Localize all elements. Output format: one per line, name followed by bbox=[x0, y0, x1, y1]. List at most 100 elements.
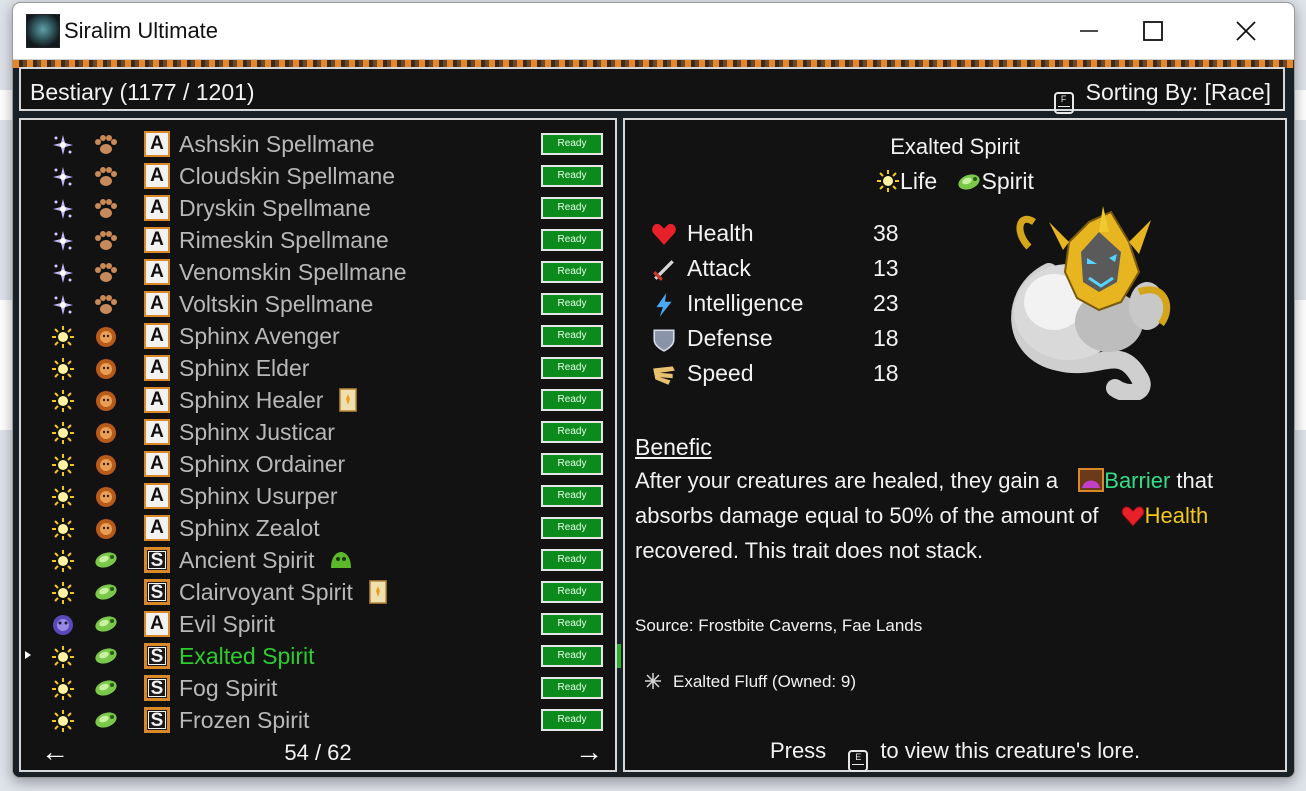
card-icon bbox=[367, 580, 389, 604]
spirit-race-icon bbox=[93, 581, 119, 605]
creature-row[interactable]: A Sphinx Justicar Ready bbox=[21, 416, 615, 448]
creature-row[interactable]: S Ancient Spirit Ready bbox=[21, 544, 615, 576]
creature-name: Sphinx Zealot bbox=[179, 515, 320, 541]
class-badge: S bbox=[144, 547, 170, 573]
creature-row[interactable]: A Ashskin Spellmane Ready bbox=[21, 128, 615, 160]
life-element-icon bbox=[51, 325, 75, 349]
app-icon bbox=[26, 14, 60, 48]
spellmane-race-icon bbox=[93, 229, 119, 253]
creature-row[interactable]: A Sphinx Healer Ready bbox=[21, 384, 615, 416]
creature-name: Venomskin Spellmane bbox=[179, 259, 407, 285]
ready-button[interactable]: Ready bbox=[541, 517, 603, 539]
creature-row[interactable]: A Venomskin Spellmane Ready bbox=[21, 256, 615, 288]
maximize-button[interactable] bbox=[1128, 9, 1178, 53]
creature-row[interactable]: A Sphinx Zealot Ready bbox=[21, 512, 615, 544]
ready-button[interactable]: Ready bbox=[541, 485, 603, 507]
lightning-icon bbox=[651, 292, 677, 318]
life-element-icon bbox=[51, 453, 75, 477]
sphinx-race-icon bbox=[93, 357, 119, 381]
creature-row[interactable]: S Frozen Spirit Ready bbox=[21, 704, 615, 736]
trait-line-3: recovered. This trait does not stack. bbox=[635, 538, 984, 563]
ready-button[interactable]: Ready bbox=[541, 453, 603, 475]
ready-button[interactable]: Ready bbox=[541, 325, 603, 347]
ready-button[interactable]: Ready bbox=[541, 709, 603, 731]
ready-button[interactable]: Ready bbox=[541, 293, 603, 315]
class-badge: A bbox=[144, 611, 170, 637]
creature-types: Life Spirit bbox=[625, 168, 1285, 195]
ready-button[interactable]: Ready bbox=[541, 357, 603, 379]
next-page-arrow[interactable]: → bbox=[575, 738, 603, 766]
spellmane-race-icon bbox=[93, 261, 119, 285]
sort-toggle[interactable]: F Sorting By: [Race] bbox=[1053, 79, 1271, 114]
sorcery-element-icon bbox=[51, 133, 75, 157]
class-badge: S bbox=[144, 579, 170, 605]
lore-prompt[interactable]: Press Eto view this creature's lore. bbox=[625, 738, 1285, 772]
class-badge: A bbox=[144, 387, 170, 413]
sorcery-element-icon bbox=[51, 197, 75, 221]
trait-text: After your creatures are healed, they ga… bbox=[635, 468, 1059, 493]
creature-row[interactable]: S Exalted Spirit Ready bbox=[21, 640, 621, 672]
title-bar: Siralim Ultimate bbox=[13, 3, 1294, 60]
minimize-icon bbox=[1080, 30, 1098, 32]
ready-button[interactable]: Ready bbox=[541, 261, 603, 283]
ready-button[interactable]: Ready bbox=[541, 197, 603, 219]
close-button[interactable] bbox=[1221, 9, 1271, 53]
keyboard-f-icon: F bbox=[1053, 92, 1074, 114]
creature-name: Sphinx Usurper bbox=[179, 483, 338, 509]
life-element-icon bbox=[51, 389, 75, 413]
heart-icon bbox=[1121, 506, 1145, 527]
slime-icon bbox=[329, 548, 351, 572]
creature-name: Exalted Spirit bbox=[890, 134, 1020, 159]
spirit-race-icon bbox=[93, 677, 119, 701]
creature-row[interactable]: S Fog Spirit Ready bbox=[21, 672, 615, 704]
stat-value: 18 bbox=[873, 325, 899, 351]
creature-name: Ancient Spirit bbox=[179, 547, 315, 573]
class-badge: S bbox=[144, 707, 170, 733]
creature-row[interactable]: A Voltskin Spellmane Ready bbox=[21, 288, 615, 320]
creature-row[interactable]: A Sphinx Usurper Ready bbox=[21, 480, 615, 512]
sphinx-race-icon bbox=[93, 325, 119, 349]
game-window: Siralim Ultimate Bestiary (1177 / 1201) … bbox=[12, 2, 1295, 778]
creature-name: Sphinx Avenger bbox=[179, 323, 340, 349]
spirit-race-icon bbox=[93, 645, 119, 669]
ready-button[interactable]: Ready bbox=[541, 581, 603, 603]
ready-button[interactable]: Ready bbox=[541, 549, 603, 571]
ready-button[interactable]: Ready bbox=[541, 229, 603, 251]
creature-row[interactable]: A Sphinx Elder Ready bbox=[21, 352, 615, 384]
creature-row[interactable]: A Cloudskin Spellmane Ready bbox=[21, 160, 615, 192]
ready-button[interactable]: Ready bbox=[541, 421, 603, 443]
creature-name: Sphinx Elder bbox=[179, 355, 310, 381]
class-badge: A bbox=[144, 451, 170, 477]
barrier-icon bbox=[1078, 468, 1105, 492]
class-badge: A bbox=[144, 131, 170, 157]
ready-button[interactable]: Ready bbox=[541, 389, 603, 411]
selection-marker bbox=[617, 644, 621, 668]
ready-button[interactable]: Ready bbox=[541, 645, 603, 667]
sphinx-race-icon bbox=[93, 485, 119, 509]
trait-text: that bbox=[1176, 468, 1214, 493]
life-element-icon bbox=[51, 421, 75, 445]
class-badge: A bbox=[144, 323, 170, 349]
creature-row[interactable]: A Evil Spirit Ready bbox=[21, 608, 615, 640]
creature-name: Clairvoyant Spirit bbox=[179, 579, 353, 605]
creature-row[interactable]: A Rimeskin Spellmane Ready bbox=[21, 224, 615, 256]
minimize-button[interactable] bbox=[1064, 9, 1114, 53]
class-badge: A bbox=[144, 195, 170, 221]
spirit-race-icon bbox=[93, 549, 119, 573]
game-area: Bestiary (1177 / 1201) F Sorting By: [Rac… bbox=[13, 60, 1294, 777]
lore-prefix: Press bbox=[769, 738, 827, 763]
trait-line-2: absorbs damage equal to 50% of the amoun… bbox=[635, 503, 1208, 529]
ready-button[interactable]: Ready bbox=[541, 133, 603, 155]
creature-name: Sphinx Justicar bbox=[179, 419, 335, 445]
creature-name: Sphinx Healer bbox=[179, 387, 324, 413]
ready-button[interactable]: Ready bbox=[541, 677, 603, 699]
ready-button[interactable]: Ready bbox=[541, 613, 603, 635]
sorting-label: Sorting By: [Race] bbox=[1085, 79, 1271, 105]
creature-row[interactable]: S Clairvoyant Spirit Ready bbox=[21, 576, 615, 608]
health-keyword: Health bbox=[1144, 503, 1209, 528]
ready-button[interactable]: Ready bbox=[541, 165, 603, 187]
creature-row[interactable]: A Sphinx Ordainer Ready bbox=[21, 448, 615, 480]
creature-row[interactable]: A Sphinx Avenger Ready bbox=[21, 320, 615, 352]
creature-row[interactable]: A Dryskin Spellmane Ready bbox=[21, 192, 615, 224]
close-icon bbox=[1236, 21, 1256, 41]
